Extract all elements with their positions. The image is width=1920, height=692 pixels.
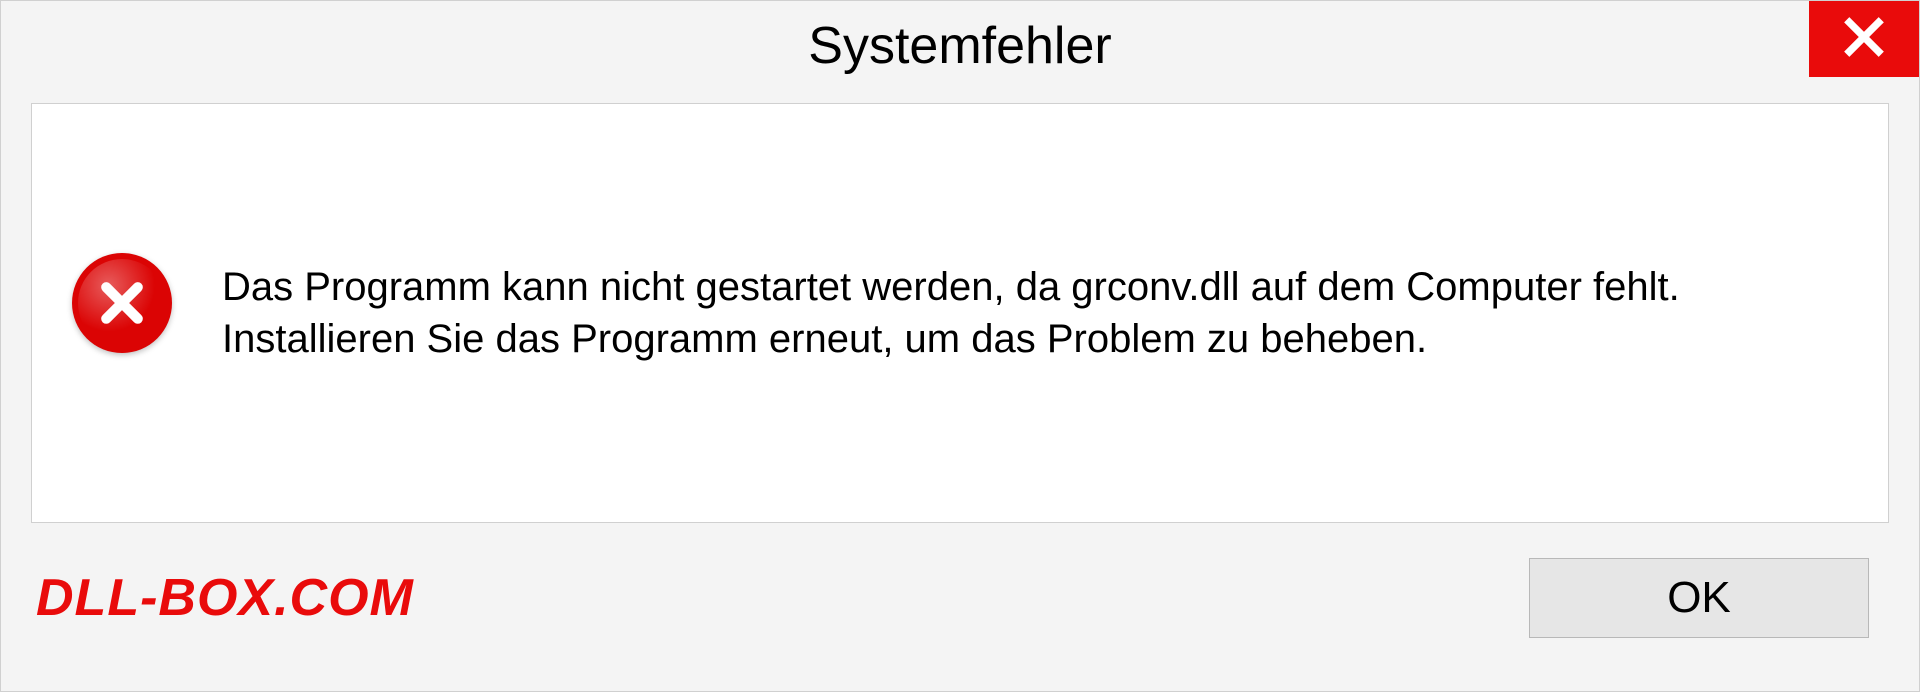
- error-icon-container: [72, 253, 192, 373]
- dialog-titlebar: Systemfehler: [1, 1, 1919, 91]
- close-icon: [1842, 15, 1886, 64]
- dialog-content: Das Programm kann nicht gestartet werden…: [31, 103, 1889, 523]
- close-button[interactable]: [1809, 1, 1919, 77]
- error-message: Das Programm kann nicht gestartet werden…: [222, 261, 1848, 365]
- branding-text: DLL-BOX.COM: [36, 568, 414, 628]
- dialog-footer: DLL-BOX.COM OK: [1, 523, 1919, 638]
- ok-button[interactable]: OK: [1529, 558, 1869, 638]
- dialog-title: Systemfehler: [808, 16, 1111, 76]
- error-icon: [72, 253, 172, 353]
